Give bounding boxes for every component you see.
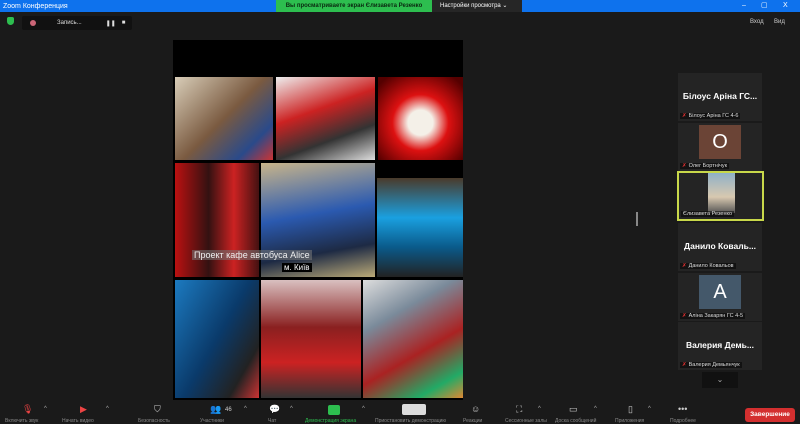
share-screen-icon[interactable] — [328, 405, 340, 415]
share-label[interactable]: Демонстрация экрана — [305, 418, 356, 424]
video-label[interactable]: Начать видео — [62, 418, 94, 424]
participant-name: ✗ Білоус Аріна ГС 4-6 — [680, 113, 741, 119]
apps-caret[interactable]: ^ — [648, 406, 651, 412]
photo-tile — [175, 77, 273, 160]
chat-icon[interactable]: 💬 — [269, 404, 280, 415]
whiteboard-icon[interactable]: ▭ — [569, 404, 578, 415]
mic-options-caret[interactable]: ^ — [44, 406, 47, 412]
mic-muted-icon: ✗ — [682, 263, 687, 269]
apps-label[interactable]: Приложения — [615, 418, 644, 424]
participant-name-text: Аліна Закарян ГС 4-5 — [688, 313, 744, 319]
mic-muted-icon[interactable]: 🎙 — [22, 404, 33, 415]
participant-display-name: Данило Коваль... — [684, 241, 756, 251]
photo-tile — [378, 77, 463, 160]
scroll-down-chevron-icon[interactable]: ⌄ — [702, 372, 738, 388]
security-label[interactable]: Безопасность — [138, 418, 170, 424]
viewing-banner: Вы просматриваете экран Єлизавета Резенк… — [276, 0, 432, 12]
recording-pause-button[interactable]: ❚❚ — [106, 20, 116, 27]
participant-name-text: Білоус Аріна ГС 4-6 — [688, 113, 739, 119]
slide-caption: Проект кафе автобуса Alice — [192, 250, 312, 260]
reactions-icon[interactable]: ☺ — [471, 404, 480, 414]
minimize-button[interactable]: – — [742, 0, 746, 12]
pause-share-label[interactable]: Приостановить демонстрацию — [375, 418, 446, 424]
mic-muted-icon: ✗ — [682, 163, 687, 169]
participant-display-name: Білоус Аріна ГС... — [682, 91, 758, 101]
participant-tile[interactable]: Валерия Демь... ✗ Валерия Демьянчук — [678, 322, 762, 370]
participants-caret[interactable]: ^ — [244, 406, 247, 412]
video-options-caret[interactable]: ^ — [106, 406, 109, 412]
photo-tile — [261, 280, 361, 398]
participant-name: ✗ Олег Бортнічук — [680, 163, 730, 169]
avatar: А — [699, 275, 741, 309]
view-options-button[interactable]: Настройки просмотра ⌄ — [432, 0, 522, 12]
share-caret[interactable]: ^ — [362, 406, 365, 412]
participants-label[interactable]: Участники — [200, 418, 224, 424]
rooms-caret[interactable]: ^ — [538, 406, 541, 412]
mic-muted-icon: ✗ — [682, 313, 687, 319]
maximize-button[interactable]: ▢ — [761, 0, 768, 12]
recording-label: Запись... — [57, 20, 82, 26]
enter-fullscreen-button[interactable]: Вход — [750, 19, 764, 25]
whiteboard-label[interactable]: Доска сообщений — [555, 418, 596, 424]
close-button[interactable]: X — [783, 0, 788, 12]
photo-tile — [377, 178, 463, 277]
participant-tile[interactable]: А ✗ Аліна Закарян ГС 4-5 — [678, 273, 762, 321]
photo-tile — [175, 280, 259, 398]
participant-name: ✗ Аліна Закарян ГС 4-5 — [680, 313, 746, 319]
participant-name: ✗ Данило Ковальов — [680, 263, 736, 269]
participant-tile[interactable]: Білоус Аріна ГС... ✗ Білоус Аріна ГС 4-6 — [678, 73, 762, 121]
end-meeting-button[interactable]: Завершение — [745, 408, 795, 422]
reactions-label[interactable]: Реакции — [463, 418, 482, 424]
participant-name: Єлизавета Резенко — [681, 211, 735, 217]
shared-screen — [173, 40, 463, 400]
participant-display-name: Валерия Демь... — [686, 340, 754, 350]
slide-city: м. Київ — [282, 263, 312, 272]
photo-tile — [363, 280, 463, 398]
more-icon[interactable]: ••• — [678, 404, 687, 414]
recording-indicator: Запись... ❚❚ ■ — [22, 16, 132, 30]
pause-share-icon[interactable] — [402, 404, 426, 415]
mic-muted-icon: ✗ — [682, 113, 687, 119]
participant-video — [708, 173, 735, 213]
security-icon[interactable]: ⛉ — [154, 404, 161, 415]
mic-muted-icon: ✗ — [682, 362, 687, 368]
participant-name: ✗ Валерия Демьянчук — [680, 362, 742, 368]
more-label[interactable]: Подробнее — [670, 418, 696, 424]
security-shield-icon[interactable] — [7, 17, 14, 25]
participants-icon[interactable]: 👥 — [210, 404, 221, 415]
chat-caret[interactable]: ^ — [290, 406, 293, 412]
splitter-handle[interactable] — [636, 212, 638, 226]
mute-label[interactable]: Включить звук — [5, 418, 38, 424]
avatar: О — [699, 125, 741, 159]
apps-icon[interactable]: ▯ — [628, 404, 633, 415]
participant-name-text: Валерия Демьянчук — [688, 362, 740, 368]
window-title: Zoom Конференция — [3, 2, 68, 10]
breakout-rooms-icon[interactable]: ⛶ — [516, 404, 522, 415]
participant-tile[interactable]: О ✗ Олег Бортнічук — [678, 123, 762, 171]
recording-stop-button[interactable]: ■ — [122, 20, 126, 26]
participant-name-text: Данило Ковальов — [688, 263, 734, 269]
participant-name-text: Олег Бортнічук — [688, 163, 728, 169]
participant-tile-active-speaker[interactable]: Єлизавета Резенко — [677, 171, 764, 221]
chat-label[interactable]: Чат — [268, 418, 276, 424]
photo-tile — [276, 77, 375, 160]
whiteboard-caret[interactable]: ^ — [594, 406, 597, 412]
participant-tile[interactable]: Данило Коваль... ✗ Данило Ковальов — [678, 223, 762, 271]
recording-dot-icon — [30, 20, 36, 26]
breakout-rooms-label[interactable]: Сессионные залы — [505, 418, 547, 424]
participants-count: 46 — [225, 407, 232, 413]
video-off-icon[interactable]: ▶ — [80, 404, 87, 415]
view-button[interactable]: Вид — [774, 19, 785, 25]
